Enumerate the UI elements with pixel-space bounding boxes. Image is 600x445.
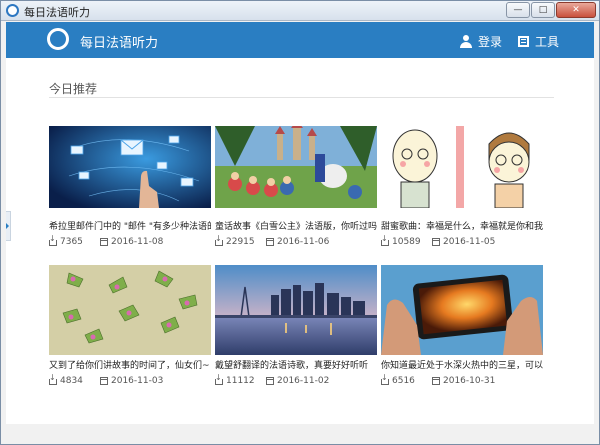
login-label: 登录 — [478, 35, 503, 49]
app-small-icon — [6, 4, 19, 17]
window-title: 每日法语听力 — [24, 6, 90, 19]
download-count: 11112 — [226, 376, 255, 386]
app-title: 每日法语听力 — [80, 36, 159, 51]
download-icon — [49, 373, 57, 385]
download-icon — [381, 234, 389, 246]
download-icon — [49, 234, 57, 246]
card-thumbnail[interactable] — [381, 126, 543, 208]
publish-date: 2016-11-06 — [277, 237, 330, 247]
download-count: 4834 — [60, 376, 83, 386]
tools-label: 工具 — [535, 35, 560, 49]
download-icon — [215, 373, 223, 385]
card-thumbnail[interactable] — [49, 126, 211, 208]
calendar-icon — [266, 377, 274, 385]
minimize-button[interactable]: — — [506, 2, 530, 18]
sidebar-expand-handle[interactable] — [6, 211, 11, 241]
tools-icon — [518, 36, 529, 47]
calendar-icon — [432, 238, 440, 246]
calendar-icon — [100, 377, 108, 385]
window-controls: — □ ✕ — [506, 2, 596, 18]
app-logo-icon — [47, 28, 69, 50]
publish-date: 2016-11-02 — [277, 376, 330, 386]
download-count: 6516 — [392, 376, 415, 386]
main-content: 今日推荐 希拉里邮件门中的 "邮件 "有多少种法语 ↓ 7365 2016-11… — [6, 58, 594, 424]
publish-date: 2016-11-03 — [111, 376, 164, 386]
card-title[interactable]: 又到了给你们讲故事的时间了，仙女们~ — [49, 358, 211, 371]
download-count: 10589 — [392, 237, 421, 247]
card-thumbnail[interactable] — [215, 265, 377, 355]
card-title[interactable]: 甜蜜歌曲：幸福是什么，幸福就是你和我，白... — [381, 219, 543, 232]
section-divider — [49, 97, 554, 98]
card-thumbnail[interactable] — [381, 265, 543, 355]
calendar-icon — [100, 238, 108, 246]
calendar-icon — [266, 238, 274, 246]
download-count: 7365 — [60, 237, 83, 247]
card-thumbnail[interactable] — [49, 265, 211, 355]
window-titlebar[interactable]: 每日法语听力 — □ ✕ — [1, 1, 599, 21]
download-count: 22915 — [226, 237, 255, 247]
app-window: 每日法语听力 — □ ✕ 每日法语听力 登录 工具 今日推荐 希拉里邮件门中的 … — [0, 0, 600, 445]
card-title[interactable]: 你知道最近处于水深火热中的三星，可以用 "... — [381, 358, 543, 371]
tools-button[interactable]: 工具 — [518, 33, 559, 50]
publish-date: 2016-11-05 — [443, 237, 496, 247]
maximize-button[interactable]: □ — [531, 2, 555, 18]
download-icon — [381, 373, 389, 385]
publish-date: 2016-10-31 — [443, 376, 496, 386]
app-header: 每日法语听力 登录 工具 — [6, 22, 594, 58]
publish-date: 2016-11-08 — [111, 237, 164, 247]
section-title: 今日推荐 — [49, 82, 98, 96]
close-button[interactable]: ✕ — [556, 2, 596, 18]
card-thumbnail[interactable] — [215, 126, 377, 208]
card-title[interactable]: 童话故事《白雪公主》法语版，你听过吗？ — [215, 219, 377, 232]
download-icon — [215, 234, 223, 246]
calendar-icon — [432, 377, 440, 385]
card-title[interactable]: 希拉里邮件门中的 "邮件 "有多少种法语的表达... — [49, 219, 211, 232]
user-icon — [460, 35, 472, 48]
card-title[interactable]: 戴望舒翻译的法语诗歌，真要好好听听 — [215, 358, 377, 371]
window-footer — [6, 424, 594, 444]
login-button[interactable]: 登录 — [460, 33, 502, 50]
